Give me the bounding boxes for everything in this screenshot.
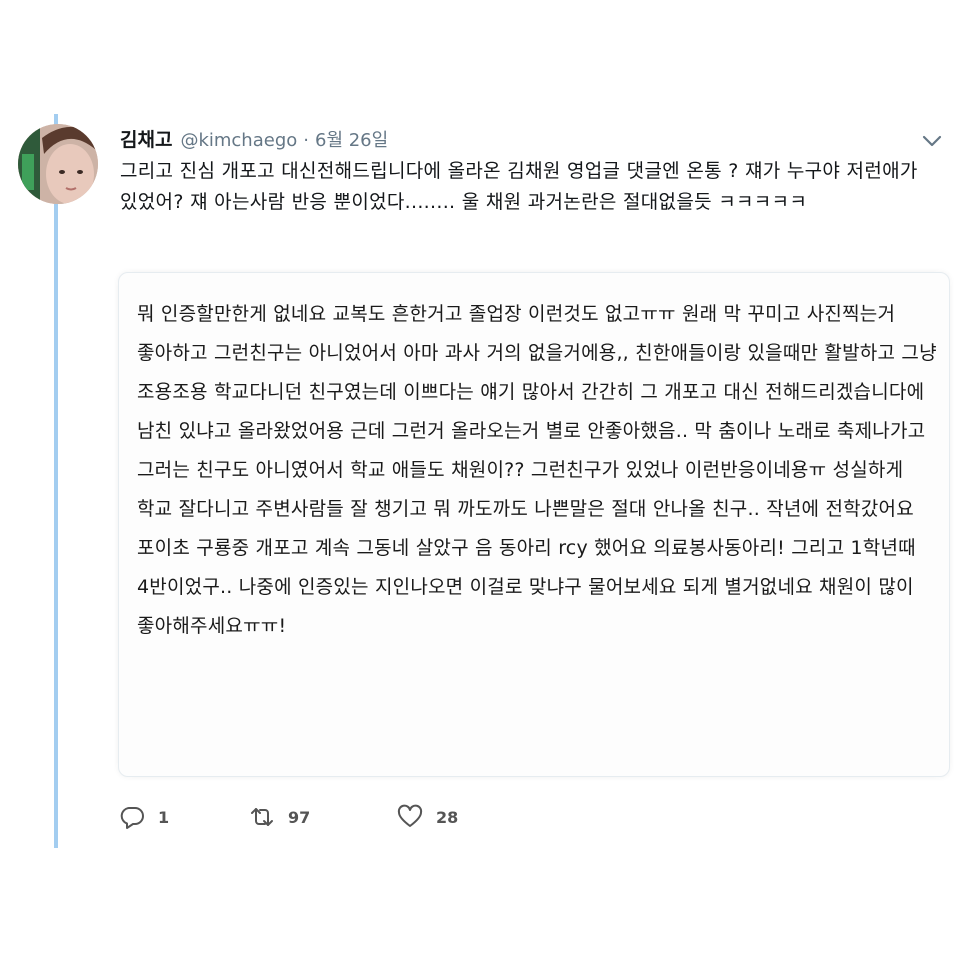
- author-handle[interactable]: @kimchaego: [180, 130, 297, 151]
- quoted-text: 뭐 인증할만한게 없네요 교복도 흔한거고 졸업장 이런것도 없고ㅠㅠ 원래 막…: [137, 303, 937, 637]
- avatar[interactable]: [18, 124, 98, 204]
- like-count: 28: [436, 807, 459, 827]
- heart-icon: [396, 803, 424, 831]
- tweet-text: 그리고 진심 개포고 대신전해드립니다에 올라온 김채원 영업글 댓글엔 온통 …: [120, 160, 918, 213]
- tweet-date[interactable]: 6월 26일: [315, 126, 388, 152]
- thread-line: [54, 114, 58, 848]
- reply-icon: [118, 803, 146, 831]
- retweet-button[interactable]: 97: [248, 803, 396, 831]
- author-name[interactable]: 김채고: [120, 125, 172, 152]
- reply-count: 1: [158, 807, 170, 827]
- quoted-card[interactable]: 뭐 인증할만한게 없네요 교복도 흔한거고 졸업장 이런것도 없고ㅠㅠ 원래 막…: [118, 272, 950, 777]
- reply-button[interactable]: 1: [118, 803, 248, 831]
- retweet-icon: [248, 803, 276, 831]
- retweet-count: 97: [288, 807, 311, 827]
- tweet-actions: 1 97 28: [118, 800, 536, 834]
- like-button[interactable]: 28: [396, 803, 536, 831]
- tweet-header: 김채고 @kimchaego · 6월 26일: [120, 125, 388, 155]
- tweet-screenshot: 김채고 @kimchaego · 6월 26일 그리고 진심 개포고 대신전해드…: [0, 0, 960, 960]
- chevron-down-icon[interactable]: [918, 128, 946, 154]
- separator-dot: ·: [303, 130, 309, 151]
